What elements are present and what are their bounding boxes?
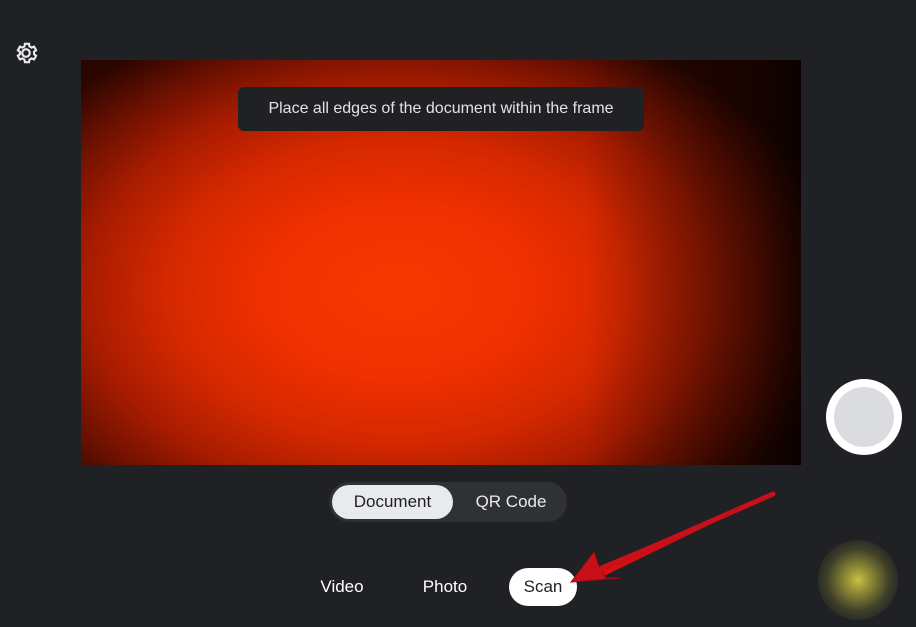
document-type-toggle: Document QR Code: [329, 482, 567, 522]
gear-icon: [16, 42, 38, 64]
mode-photo[interactable]: Photo: [410, 568, 480, 606]
qr-code-option[interactable]: QR Code: [457, 485, 565, 519]
shutter-inner: [834, 387, 894, 447]
gallery-thumbnail[interactable]: [818, 540, 898, 620]
camera-app-window: Place all edges of the document within t…: [0, 0, 916, 627]
document-option[interactable]: Document: [332, 485, 453, 519]
settings-button[interactable]: [11, 38, 41, 68]
mode-video[interactable]: Video: [309, 568, 375, 606]
mode-scan[interactable]: Scan: [509, 568, 577, 606]
document-frame-hint: Place all edges of the document within t…: [238, 87, 644, 131]
shutter-button[interactable]: [826, 379, 902, 455]
